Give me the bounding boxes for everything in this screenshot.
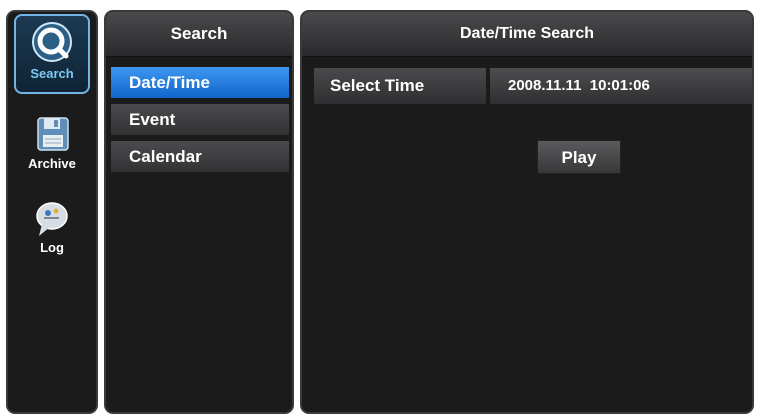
archive-icon [30, 112, 74, 156]
sidebar-rail: Search Archive Log [6, 10, 98, 414]
rail-item-archive-label: Archive [28, 156, 76, 171]
play-button[interactable]: Play [537, 140, 621, 174]
rail-item-search-label: Search [30, 66, 74, 81]
search-icon [30, 20, 74, 64]
menu-item-datetime[interactable]: Date/Time [111, 67, 289, 99]
content-title: Date/Time Search [302, 12, 752, 57]
dvr-search-screen: Search Archive Log Search Date/Time Even… [0, 0, 757, 417]
log-icon [30, 196, 74, 240]
rail-item-archive[interactable]: Archive [14, 108, 90, 172]
rail-item-log[interactable]: Log [14, 192, 90, 256]
datetime-search-panel: Date/Time Search Select Time 2008.11.11 … [300, 10, 754, 414]
menu-item-calendar[interactable]: Calendar [111, 141, 289, 173]
rail-item-search[interactable]: Search [14, 14, 90, 94]
menu-item-event[interactable]: Event [111, 104, 289, 136]
rail-item-log-label: Log [40, 240, 64, 255]
menu-title: Search [106, 12, 292, 57]
search-menu-panel: Search Date/Time Event Calendar [104, 10, 294, 414]
select-time-label: Select Time [314, 68, 486, 104]
select-time-field[interactable]: 2008.11.11 10:01:06 [490, 68, 752, 104]
